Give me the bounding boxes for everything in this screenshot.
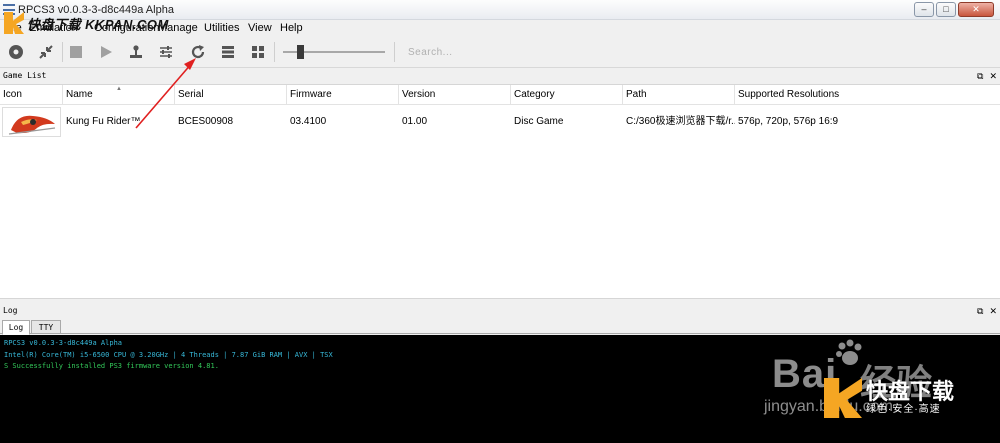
column-header-icon[interactable]: Icon bbox=[0, 85, 63, 105]
toolbar-separator bbox=[394, 42, 395, 62]
game-category: Disc Game bbox=[514, 116, 564, 127]
disc-icon bbox=[9, 45, 23, 59]
refresh-button[interactable] bbox=[188, 42, 208, 62]
menu-view[interactable]: View bbox=[248, 22, 272, 34]
column-header-version[interactable]: Version bbox=[399, 85, 511, 105]
refresh-icon bbox=[191, 45, 205, 59]
menu-utilities[interactable]: Utilities bbox=[204, 22, 239, 34]
gamelist-dock-title: Game List bbox=[3, 71, 47, 80]
icon-size-slider[interactable] bbox=[283, 45, 385, 59]
play-icon bbox=[101, 46, 112, 58]
stop-icon bbox=[70, 46, 82, 58]
toolbar-separator bbox=[62, 42, 63, 62]
table-header: Icon Name ▲ Serial Firmware Version Cate… bbox=[0, 85, 1000, 105]
kuaipan-logo-icon bbox=[824, 378, 862, 418]
list-icon bbox=[222, 46, 234, 58]
table-row[interactable]: Kung Fu Rider™ BCES00908 03.4100 01.00 D… bbox=[0, 106, 1000, 138]
game-name: Kung Fu Rider™ bbox=[66, 116, 141, 127]
log-dock-title: Log bbox=[3, 306, 18, 315]
game-thumbnail bbox=[2, 107, 61, 137]
tab-log[interactable]: Log bbox=[2, 320, 30, 335]
compress-icon bbox=[39, 45, 53, 59]
joystick-icon bbox=[130, 45, 142, 58]
game-list-table: Icon Name ▲ Serial Firmware Version Cate… bbox=[0, 84, 1000, 299]
menu-help[interactable]: Help bbox=[280, 22, 303, 34]
close-icon[interactable]: ✕ bbox=[989, 304, 997, 318]
grid-icon bbox=[252, 46, 264, 58]
game-firmware: 03.4100 bbox=[290, 116, 327, 127]
config-button[interactable] bbox=[156, 42, 176, 62]
kuaipan-watermark-text: 快盘下载 bbox=[866, 379, 955, 404]
column-header-serial[interactable]: Serial bbox=[175, 85, 287, 105]
tab-tty[interactable]: TTY bbox=[31, 320, 61, 334]
baidu-jingyan-watermark: Bai 经验 jingyan.baidu.com 快盘下载 绿色·安全·高速 bbox=[764, 332, 1000, 443]
boot-button[interactable] bbox=[6, 42, 26, 62]
float-icon[interactable]: ⧉ bbox=[977, 304, 983, 318]
kkpan-logo-icon bbox=[4, 12, 24, 34]
search-input[interactable]: Search... bbox=[399, 45, 599, 60]
column-header-category[interactable]: Category bbox=[511, 85, 623, 105]
float-icon[interactable]: ⧉ bbox=[977, 69, 983, 83]
game-path: C:/360极速浏览器下载/r... bbox=[626, 116, 735, 127]
column-header-path[interactable]: Path bbox=[623, 85, 735, 105]
fullscreen-button[interactable] bbox=[36, 42, 56, 62]
start-button[interactable] bbox=[96, 42, 116, 62]
game-serial: BCES00908 bbox=[178, 116, 234, 127]
close-icon[interactable]: ✕ bbox=[989, 69, 997, 83]
slider-thumb[interactable] bbox=[297, 45, 304, 59]
log-dock-header: Log ⧉ ✕ bbox=[0, 304, 1000, 318]
toolbar-separator bbox=[274, 42, 275, 62]
pads-button[interactable] bbox=[126, 42, 146, 62]
kuaipan-slogan: 绿色·安全·高速 bbox=[866, 404, 941, 415]
maximize-button[interactable]: □ bbox=[936, 2, 956, 17]
minimize-button[interactable]: – bbox=[914, 2, 934, 17]
column-header-resolutions[interactable]: Supported Resolutions bbox=[735, 85, 1000, 105]
stop-button[interactable] bbox=[66, 42, 86, 62]
kkpan-watermark-text: 快盘下载 KKPAN.COM bbox=[27, 16, 169, 32]
kuaipan-watermark: 快盘下载 绿色·安全·高速 bbox=[824, 378, 954, 418]
column-header-firmware[interactable]: Firmware bbox=[287, 85, 399, 105]
list-view-button[interactable] bbox=[218, 42, 238, 62]
toolbar: Search... bbox=[0, 36, 1000, 68]
sort-ascending-icon: ▲ bbox=[116, 86, 122, 92]
gamelist-dock-header: Game List ⧉ ✕ bbox=[0, 69, 1000, 83]
kkpan-watermark: 快盘下载 KKPAN.COM bbox=[4, 12, 169, 34]
game-cover-image bbox=[8, 115, 56, 135]
window-controls: – □ ✕ bbox=[914, 2, 994, 17]
close-button[interactable]: ✕ bbox=[958, 2, 994, 17]
game-resolutions: 576p, 720p, 576p 16:9 bbox=[738, 116, 839, 127]
grid-view-button[interactable] bbox=[248, 42, 268, 62]
game-version: 01.00 bbox=[402, 116, 428, 127]
sliders-icon bbox=[160, 46, 172, 58]
